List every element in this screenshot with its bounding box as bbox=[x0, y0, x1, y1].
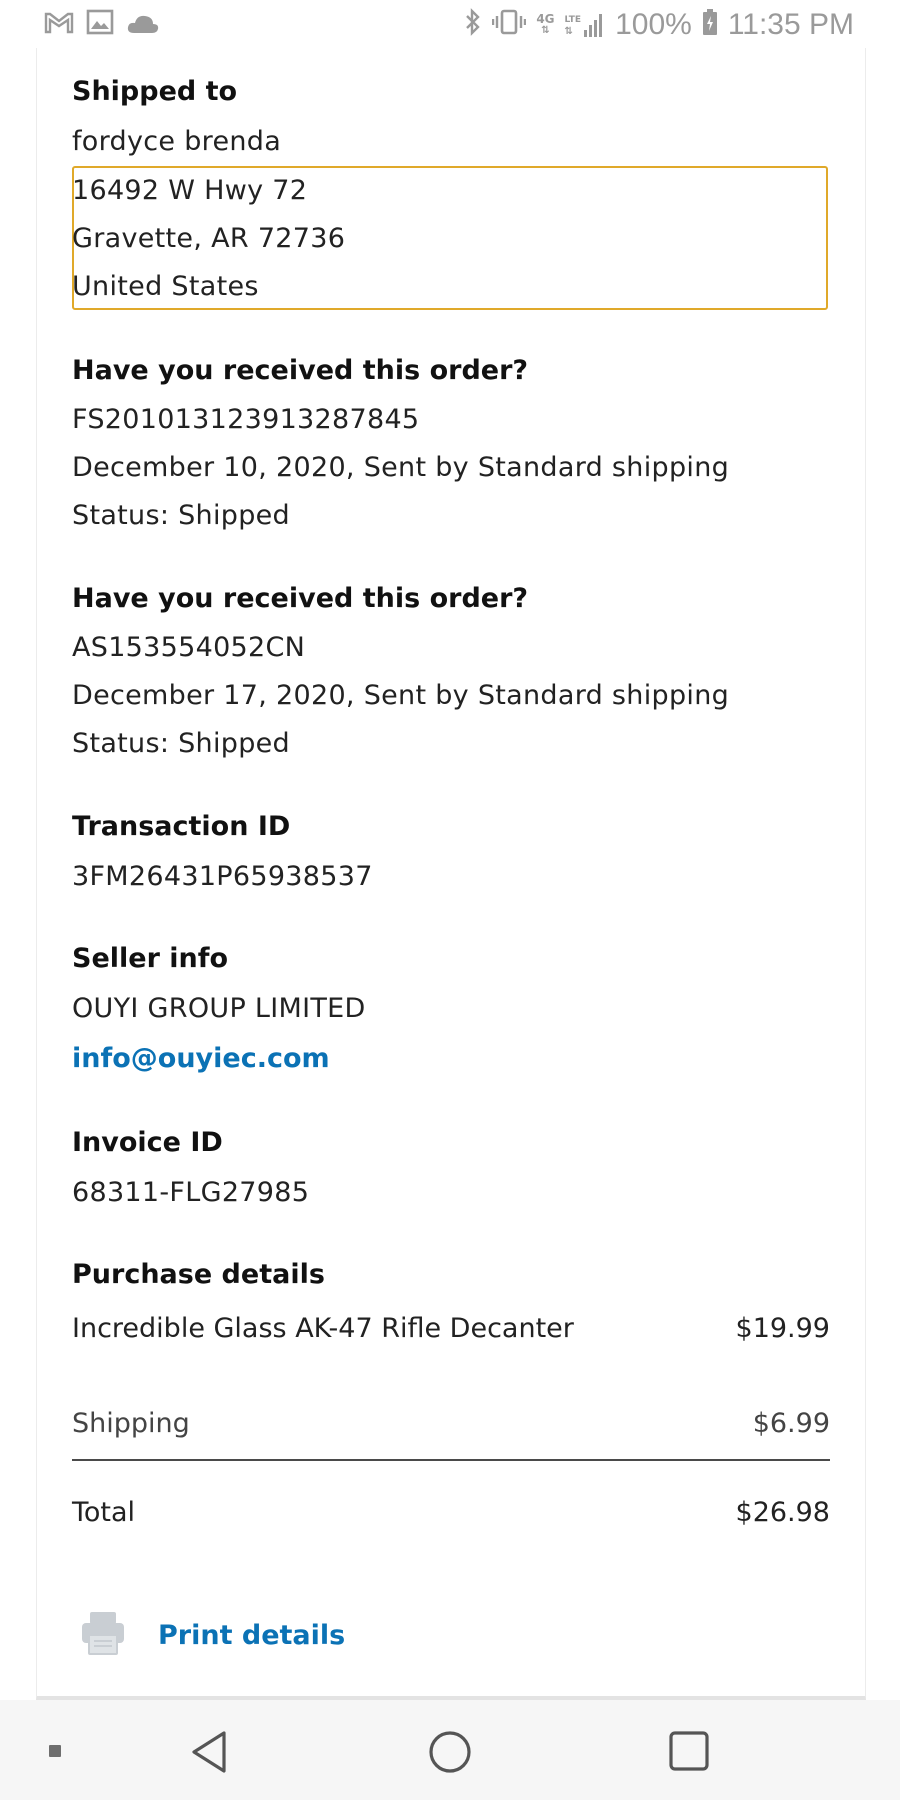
tracking-number: AS153554052CN bbox=[72, 632, 306, 663]
total-label: Total bbox=[72, 1497, 136, 1528]
transaction-id-value: 3FM26431P65938537 bbox=[72, 861, 373, 892]
total-row: Total $26.98 bbox=[72, 1497, 830, 1528]
total-divider bbox=[72, 1459, 830, 1461]
battery-icon bbox=[702, 8, 718, 43]
received-order-heading[interactable]: Have you received this order? bbox=[72, 355, 528, 386]
purchase-details-heading: Purchase details bbox=[72, 1259, 325, 1290]
tracking-number: FS201013123913287845 bbox=[72, 404, 420, 435]
image-icon bbox=[86, 9, 114, 42]
lte-arrows-icon: ⇅ bbox=[564, 26, 573, 37]
gmail-icon bbox=[44, 9, 74, 42]
received-order-heading[interactable]: Have you received this order? bbox=[72, 583, 528, 614]
shipment-date: December 10, 2020, Sent by Standard ship… bbox=[72, 452, 730, 483]
signal-icon: LTE ⇅ bbox=[565, 12, 606, 38]
item-price: $19.99 bbox=[735, 1313, 830, 1344]
seller-name: OUYI GROUP LIMITED bbox=[72, 993, 366, 1024]
clock: 11:35 PM bbox=[727, 8, 854, 41]
seller-info-heading: Seller info bbox=[72, 943, 229, 974]
shipped-to-heading: Shipped to bbox=[72, 76, 238, 107]
address-street: 16492 W Hwy 72 bbox=[72, 175, 308, 206]
address-city: Gravette, AR 72736 bbox=[72, 223, 346, 254]
status-bar: 4G ⇅ LTE ⇅ 100% 11:35 PM bbox=[0, 0, 900, 50]
printer-icon bbox=[80, 1610, 126, 1660]
seller-email-link[interactable]: info@ouyiec.com bbox=[72, 1043, 330, 1074]
invoice-id-heading: Invoice ID bbox=[72, 1127, 223, 1158]
cloud-icon bbox=[126, 9, 160, 42]
lte-label: LTE bbox=[564, 15, 582, 25]
address-country: United States bbox=[72, 271, 259, 302]
data-arrows-icon: ⇅ bbox=[541, 25, 550, 36]
total-price: $26.98 bbox=[735, 1497, 830, 1528]
shipment-status: Status: Shipped bbox=[72, 500, 290, 531]
transaction-id-heading: Transaction ID bbox=[72, 811, 291, 842]
recipient-name: fordyce brenda bbox=[72, 126, 282, 157]
shipping-row: Shipping $6.99 bbox=[72, 1408, 830, 1439]
item-name: Incredible Glass AK-47 Rifle Decanter bbox=[72, 1313, 574, 1344]
battery-percent: 100% bbox=[615, 8, 692, 41]
shipping-price: $6.99 bbox=[752, 1408, 830, 1439]
purchase-item-row: Incredible Glass AK-47 Rifle Decanter $1… bbox=[72, 1313, 830, 1344]
home-button[interactable] bbox=[428, 1730, 472, 1778]
android-nav-bar bbox=[0, 1700, 900, 1800]
network-type: 4G ⇅ bbox=[536, 13, 554, 37]
print-details-button[interactable]: Print details bbox=[80, 1610, 345, 1660]
vibrate-icon bbox=[492, 8, 527, 43]
invoice-id-value: 68311-FLG27985 bbox=[72, 1177, 310, 1208]
shipping-label: Shipping bbox=[72, 1408, 190, 1439]
system-icons: 4G ⇅ LTE ⇅ 100% 11:35 PM bbox=[464, 7, 900, 43]
notification-dot-icon bbox=[48, 1743, 62, 1762]
back-button[interactable] bbox=[190, 1730, 230, 1778]
network-label: 4G bbox=[536, 12, 555, 26]
print-details-label: Print details bbox=[158, 1619, 346, 1651]
bluetooth-icon bbox=[464, 7, 482, 43]
notification-icons bbox=[0, 9, 160, 42]
shipment-status: Status: Shipped bbox=[72, 728, 290, 759]
recents-button[interactable] bbox=[668, 1730, 710, 1776]
shipment-date: December 17, 2020, Sent by Standard ship… bbox=[72, 680, 730, 711]
